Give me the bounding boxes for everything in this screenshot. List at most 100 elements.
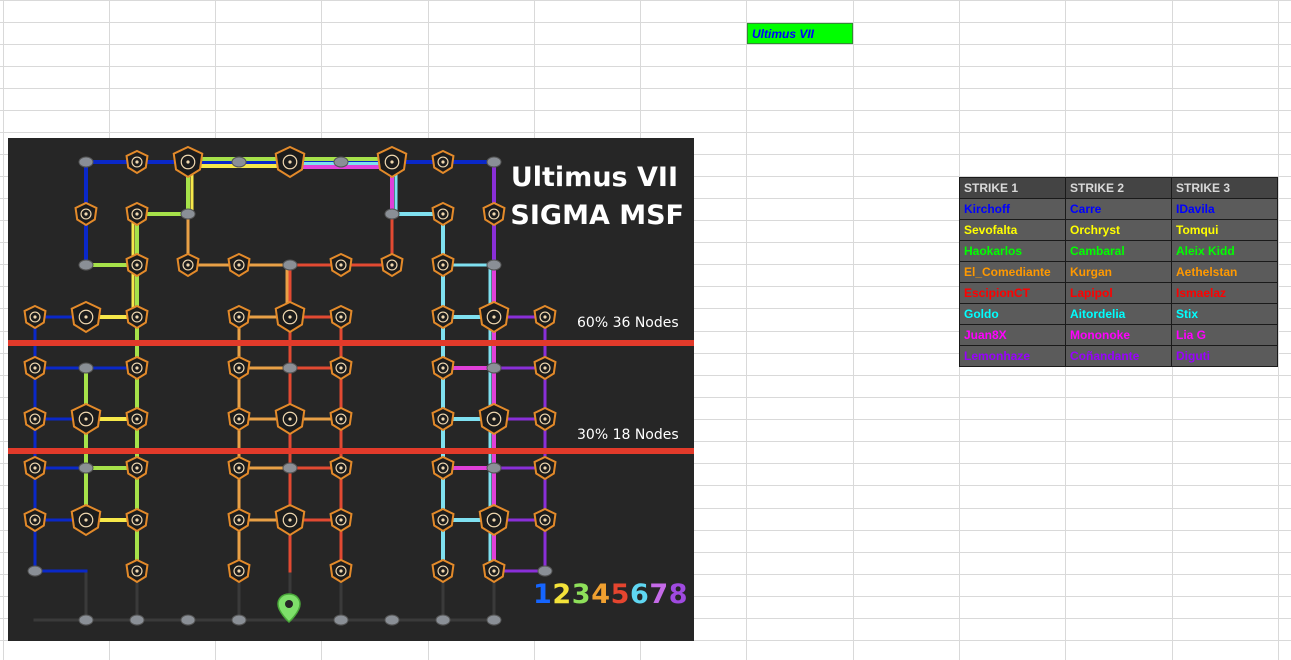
enemy-node-icon [70,300,102,334]
enemy-node-icon [125,558,149,584]
enemy-node-icon [431,455,455,481]
strike-header-row: STRIKE 1 STRIKE 2 STRIKE 3 [959,177,1278,199]
map-pin-icon [277,593,301,624]
strike-player-cell[interactable]: Carre [1065,198,1172,220]
enemy-node-icon [172,145,204,179]
strike-header-cell[interactable]: STRIKE 1 [959,177,1066,199]
enemy-node-icon [478,503,510,537]
enemy-node-icon [533,507,557,533]
strike-player-cell[interactable]: Kurgan [1065,261,1172,283]
enemy-node-icon [274,300,306,334]
enemy-node-icon [431,304,455,330]
enemy-node-icon [380,252,404,278]
strike-player-cell[interactable]: Tomqui [1171,219,1278,241]
waypoint-node-icon [333,614,349,626]
enemy-node-icon [227,558,251,584]
enemy-node-icon [23,455,47,481]
strike-table: STRIKE 1 STRIKE 2 STRIKE 3 Kirchoff Carre IDa… [959,177,1278,367]
strike-player-cell[interactable]: Aleix Kidd [1171,240,1278,262]
enemy-node-icon [329,406,353,432]
enemy-node-icon [482,558,506,584]
strike-digit-2: 2 [552,579,571,610]
waypoint-node-icon [27,565,43,577]
enemy-node-icon [23,355,47,381]
waypoint-node-icon [384,614,400,626]
strike-player-cell[interactable]: Diguti [1171,345,1278,367]
enemy-node-icon [533,304,557,330]
threshold-30-band [8,448,694,454]
map-title-line2: SIGMA MSF [510,200,684,231]
strike-player-cell[interactable]: Kirchoff [959,198,1066,220]
strike-player-cell[interactable]: Lemonhaze [959,345,1066,367]
enemy-node-icon [125,355,149,381]
enemy-node-icon [431,201,455,227]
waypoint-node-icon [486,259,502,271]
strike-player-cell[interactable]: Coñandante [1065,345,1172,367]
enemy-node-icon [431,406,455,432]
enemy-node-icon [431,355,455,381]
enemy-node-icon [329,507,353,533]
strike-player-cell[interactable]: El_Comediante [959,261,1066,283]
waypoint-node-icon [435,614,451,626]
enemy-node-icon [125,406,149,432]
enemy-node-icon [482,201,506,227]
strike-header-cell[interactable]: STRIKE 2 [1065,177,1172,199]
strike-digit-7: 7 [649,579,668,610]
enemy-node-icon [227,406,251,432]
threshold-60-band [8,340,694,346]
enemy-node-icon [431,252,455,278]
strike-player-cell[interactable]: Mononoke [1065,324,1172,346]
strike-player-cell[interactable]: Stix [1171,303,1278,325]
strike-player-cell[interactable]: Cambaral [1065,240,1172,262]
waypoint-node-icon [486,462,502,474]
strike-player-cell[interactable]: Ismaelaz [1171,282,1278,304]
enemy-node-icon [329,252,353,278]
strike-digit-4: 4 [591,579,610,610]
strike-digit-6: 6 [630,579,649,610]
waypoint-node-icon [78,614,94,626]
enemy-node-icon [329,558,353,584]
strike-digit-3: 3 [572,579,591,610]
strike-player-cell[interactable]: Sevofalta [959,219,1066,241]
enemy-node-icon [227,507,251,533]
enemy-node-icon [23,304,47,330]
strike-player-cell[interactable]: EscipionCT [959,282,1066,304]
strike-player-cell[interactable]: Lapipol [1065,282,1172,304]
strike-row: Goldo Aitordelia Stix [959,303,1278,325]
strike-row: Kirchoff Carre IDavila [959,198,1278,220]
enemy-node-icon [376,145,408,179]
waypoint-node-icon [78,156,94,168]
strike-digit-5: 5 [611,579,630,610]
enemy-node-icon [125,304,149,330]
waypoint-node-icon [231,156,247,168]
strike-digit-1: 1 [533,579,552,610]
strike-number-legend: 12345678 [533,579,688,610]
enemy-node-icon [533,406,557,432]
strike-header-cell[interactable]: STRIKE 3 [1171,177,1278,199]
strike-row: Juan8X Mononoke Lia G [959,324,1278,346]
title-cell[interactable]: Ultimus VII [747,23,853,44]
strike-player-cell[interactable]: Goldo [959,303,1066,325]
enemy-node-icon [125,507,149,533]
enemy-node-icon [70,402,102,436]
waypoint-node-icon [180,208,196,220]
enemy-node-icon [70,503,102,537]
strike-player-cell[interactable]: Lia G [1171,324,1278,346]
strike-digit-8: 8 [669,579,688,610]
strike-player-cell[interactable]: Aitordelia [1065,303,1172,325]
strike-player-cell[interactable]: IDavila [1171,198,1278,220]
strike-row: Lemonhaze Coñandante Diguti [959,345,1278,367]
strike-player-cell[interactable]: Aethelstan [1171,261,1278,283]
strike-player-cell[interactable]: Juan8X [959,324,1066,346]
enemy-node-icon [125,252,149,278]
waypoint-node-icon [384,208,400,220]
strike-player-cell[interactable]: Haokarlos [959,240,1066,262]
enemy-node-icon [329,455,353,481]
waypoint-node-icon [333,156,349,168]
strike-row: Haokarlos Cambaral Aleix Kidd [959,240,1278,262]
enemy-node-icon [125,455,149,481]
enemy-node-icon [274,145,306,179]
enemy-node-icon [478,402,510,436]
enemy-node-icon [274,402,306,436]
strike-player-cell[interactable]: Orchryst [1065,219,1172,241]
